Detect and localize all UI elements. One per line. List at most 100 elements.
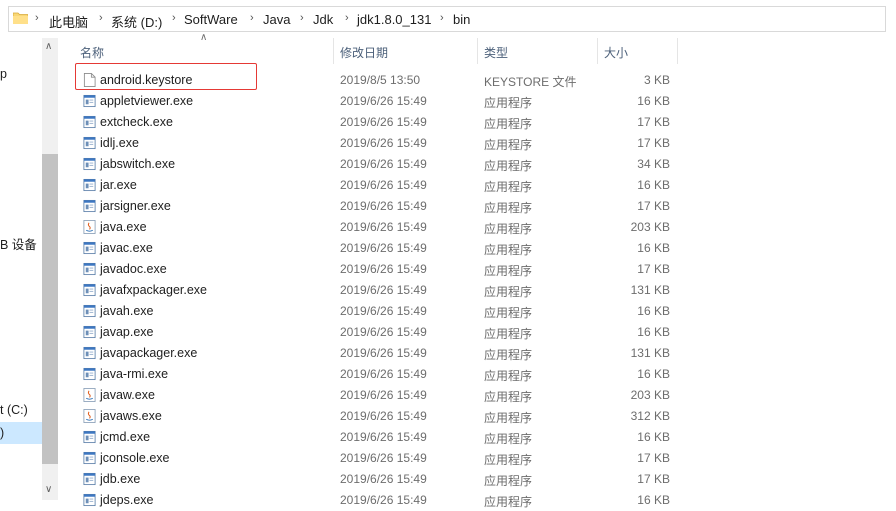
file-row[interactable]: jcmd.exe 2019/6/26 15:49 应用程序 16 KB [76,427,676,448]
column-header-type[interactable]: 类型 [484,44,508,61]
file-type: 应用程序 [484,96,533,110]
file-date: 2019/6/26 15:49 [340,136,427,150]
breadcrumb-item[interactable]: 系统 (D:) [111,12,162,31]
file-type: 应用程序 [484,369,533,383]
breadcrumb-item[interactable]: Java [263,12,290,27]
file-size: 17 KB [637,472,670,486]
file-row[interactable]: javaws.exe 2019/6/26 15:49 应用程序 312 KB [76,406,676,427]
column-divider[interactable] [597,38,598,64]
column-divider[interactable] [677,38,678,64]
file-row[interactable]: jabswitch.exe 2019/6/26 15:49 应用程序 34 KB [76,154,676,175]
file-name: javac.exe [100,241,153,255]
breadcrumb-item[interactable]: bin [453,12,470,27]
file-size: 16 KB [637,325,670,339]
column-divider[interactable] [477,38,478,64]
file-type: 应用程序 [484,348,533,362]
file-size: 16 KB [637,178,670,192]
file-row[interactable]: java.exe 2019/6/26 15:49 应用程序 203 KB [76,217,676,238]
file-row[interactable]: javah.exe 2019/6/26 15:49 应用程序 16 KB [76,301,676,322]
nav-item[interactable]: ) [0,426,4,440]
file-size: 17 KB [637,199,670,213]
file-row[interactable]: idlj.exe 2019/6/26 15:49 应用程序 17 KB [76,133,676,154]
nav-item[interactable]: B 设备 [0,234,37,253]
file-row[interactable]: jdeps.exe 2019/6/26 15:49 应用程序 16 KB [76,490,676,511]
exe-icon [83,283,96,297]
scroll-up-icon[interactable]: ∧ [45,41,52,52]
exe-icon [83,451,96,465]
file-date: 2019/6/26 15:49 [340,157,427,171]
file-type: 应用程序 [484,138,533,152]
file-row[interactable]: jconsole.exe 2019/6/26 15:49 应用程序 17 KB [76,448,676,469]
file-row[interactable]: javadoc.exe 2019/6/26 15:49 应用程序 17 KB [76,259,676,280]
exe-icon [83,241,96,255]
breadcrumb-item[interactable]: jdk1.8.0_131 [357,12,431,27]
chevron-right-icon[interactable]: › [440,12,444,24]
file-row[interactable]: javap.exe 2019/6/26 15:49 应用程序 16 KB [76,322,676,343]
file-row[interactable]: javapackager.exe 2019/6/26 15:49 应用程序 131 K… [76,343,676,364]
file-name: jabswitch.exe [100,157,176,171]
chevron-right-icon[interactable]: › [99,12,103,24]
file-date: 2019/6/26 15:49 [340,241,427,255]
file-date: 2019/6/26 15:49 [340,451,427,465]
scrollbar-thumb[interactable] [42,154,58,464]
chevron-right-icon[interactable]: › [345,12,349,24]
scroll-down-icon[interactable]: ∨ [45,484,52,495]
highlight-box [75,63,257,90]
file-size: 131 KB [630,283,670,297]
file-row[interactable]: jarsigner.exe 2019/6/26 15:49 应用程序 17 KB [76,196,676,217]
file-type: 应用程序 [484,306,533,320]
file-date: 2019/6/26 15:49 [340,304,427,318]
java-icon [83,409,96,423]
exe-icon [83,430,96,444]
file-date: 2019/6/26 15:49 [340,115,427,129]
file-row[interactable]: javaw.exe 2019/6/26 15:49 应用程序 203 KB [76,385,676,406]
file-date: 2019/6/26 15:49 [340,220,427,234]
breadcrumb-item[interactable]: SoftWare [184,12,238,27]
file-type: 应用程序 [484,432,533,446]
file-type: 应用程序 [484,117,533,131]
chevron-right-icon[interactable]: › [250,12,254,24]
address-box[interactable]: › 此电脑 › 系统 (D:) › SoftWare › Java › Jdk … [8,6,886,32]
file-row[interactable]: javac.exe 2019/6/26 15:49 应用程序 16 KB [76,238,676,259]
column-header-name[interactable]: 名称 [80,44,104,61]
file-row[interactable]: extcheck.exe 2019/6/26 15:49 应用程序 17 KB [76,112,676,133]
exe-icon [83,157,96,171]
breadcrumb-item[interactable]: 此电脑 [49,12,88,31]
exe-icon [83,493,96,507]
file-type: 应用程序 [484,243,533,257]
file-date: 2019/6/26 15:49 [340,199,427,213]
exe-icon [83,472,96,486]
file-row[interactable]: jar.exe 2019/6/26 15:49 应用程序 16 KB [76,175,676,196]
exe-icon [83,262,96,276]
file-size: 17 KB [637,115,670,129]
nav-item[interactable]: p [0,67,7,81]
java-icon [83,388,96,402]
file-date: 2019/6/26 15:49 [340,346,427,360]
file-row[interactable]: appletviewer.exe 2019/6/26 15:49 应用程序 16 KB [76,91,676,112]
breadcrumb-item[interactable]: Jdk [313,12,333,27]
file-size: 203 KB [630,388,670,402]
file-size: 16 KB [637,304,670,318]
file-date: 2019/6/26 15:49 [340,367,427,381]
file-name: javah.exe [100,304,154,318]
chevron-right-icon[interactable]: › [35,12,39,24]
nav-item[interactable]: t (C:) [0,403,28,417]
file-row[interactable]: javafxpackager.exe 2019/6/26 15:49 应用程序 131… [76,280,676,301]
file-name: jconsole.exe [100,451,170,465]
file-row[interactable]: java-rmi.exe 2019/6/26 15:49 应用程序 16 KB [76,364,676,385]
file-size: 34 KB [637,157,670,171]
nav-selected-item[interactable] [0,422,42,444]
file-date: 2019/6/26 15:49 [340,178,427,192]
file-row[interactable]: jdb.exe 2019/6/26 15:49 应用程序 17 KB [76,469,676,490]
file-type: 应用程序 [484,327,533,341]
file-name: jdeps.exe [100,493,154,507]
exe-icon [83,367,96,381]
column-header-date[interactable]: 修改日期 [340,44,388,61]
column-header-size[interactable]: 大小 [604,44,628,61]
chevron-right-icon[interactable]: › [300,12,304,24]
file-name: java.exe [100,220,147,234]
file-date: 2019/6/26 15:49 [340,94,427,108]
column-divider[interactable] [333,38,334,64]
file-size: 131 KB [630,346,670,360]
chevron-right-icon[interactable]: › [172,12,176,24]
